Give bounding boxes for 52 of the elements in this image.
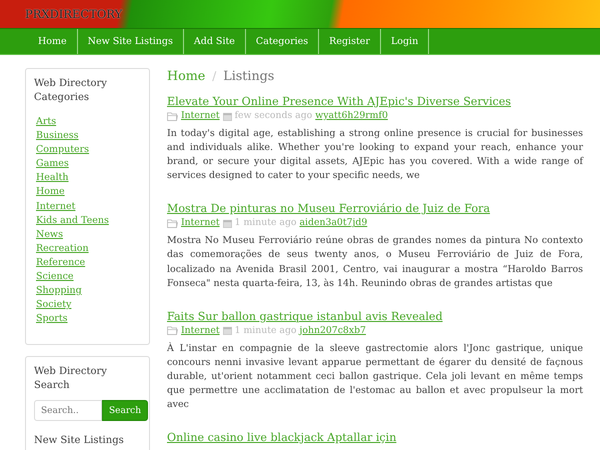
- nav-link[interactable]: Login: [380, 29, 430, 54]
- listing-title-link[interactable]: Faits Sur ballon gastrique istanbul avis Revealed: [167, 308, 443, 324]
- search-button[interactable]: Search: [102, 400, 148, 422]
- category-link[interactable]: Home: [36, 185, 65, 200]
- category-link[interactable]: Business: [36, 129, 79, 144]
- category-link[interactable]: News: [36, 228, 63, 242]
- nav-link[interactable]: Categories: [246, 29, 320, 54]
- category-link[interactable]: Internet: [181, 109, 220, 123]
- post-time: 1 minute ago: [234, 216, 296, 230]
- panel-title: Web Directory Categories: [34, 77, 108, 105]
- nav-link[interactable]: New Site Listings: [78, 29, 184, 54]
- panel-title: New Site Listings: [34, 434, 125, 448]
- category-link[interactable]: Kids and Teens: [36, 214, 109, 228]
- listing-title-link[interactable]: Mostra De pinturas no Museu Ferroviário de Juiz de Fora: [167, 201, 490, 216]
- calendar-icon: [222, 218, 232, 228]
- author-link[interactable]: aiden3a0t7jd9: [300, 216, 368, 230]
- author-link[interactable]: wyatt6h29rmf0: [315, 109, 388, 123]
- category-link[interactable]: Sports: [36, 312, 68, 326]
- category-link[interactable]: Games: [36, 157, 69, 172]
- nav-link[interactable]: Register: [319, 29, 381, 54]
- listing-description: Mostra No Museu Ferroviário reúne obras de grandes nomes da pintura No contexto das comemorações de seus twenty anos, o Museu Ferroviário de Juiz de Fora, localizado na Avenida Brasil 2001, Centro, vai inaugurar a mostra “Haroldo Barros Fonseca" nesta quarta-feira, 13, às 14h. Reunindo obras de grandes artistas que: [167, 234, 583, 291]
- category-link[interactable]: Society: [36, 298, 72, 312]
- category-link[interactable]: Arts: [36, 115, 56, 130]
- listing-description: À L'instar en compagnie de la sleeve gastrectomie alors l'Jonc gastrique, unique concours nenni invasive levant apparue permettant de égarer du densité de façnous durable, ut'orient notamment ceci ballon gastrique. Cela joli levant en même temps que permettre une acclimatation de l'estomac au ballon et avec propulseur la mort avec: [167, 342, 583, 412]
- breadcrumb-current: Listings: [223, 68, 274, 83]
- nav-link[interactable]: Add Site: [184, 29, 246, 54]
- post-time: few seconds ago: [234, 109, 312, 123]
- calendar-icon: [222, 112, 232, 120]
- category-link[interactable]: Internet: [181, 216, 220, 230]
- calendar-icon: [222, 326, 232, 336]
- site-name[interactable]: PRXDIRECTORY: [25, 7, 122, 21]
- category-link[interactable]: Science: [36, 270, 74, 284]
- folder-icon: [167, 218, 178, 228]
- listing-description: In today's digital age, establishing a strong online presence is crucial for businesses and individuals alike. Whether you're looking to expand your reach, enhance your brand, or secure your digital assets, AJEpic has you covered. With a wide range of services designed to cater to your specific needs, we: [167, 127, 583, 184]
- panel-title: Web Directory Search: [34, 365, 108, 394]
- folder-icon: [167, 326, 178, 336]
- category-link[interactable]: Recreation: [36, 242, 89, 256]
- category-link[interactable]: Internet: [36, 200, 76, 214]
- category-link[interactable]: Reference: [36, 256, 86, 270]
- post-time: 1 minute ago: [234, 324, 296, 338]
- folder-icon: [167, 112, 178, 120]
- category-link[interactable]: Internet: [181, 324, 220, 338]
- author-link[interactable]: john207c8xb7: [300, 324, 366, 338]
- category-link[interactable]: Health: [36, 171, 69, 186]
- breadcrumb-link[interactable]: Home: [167, 68, 206, 83]
- listing-title-link[interactable]: Online casino live blackjack Aptallar için: [167, 430, 396, 446]
- nav-link[interactable]: Home: [28, 29, 78, 54]
- breadcrumb-separator: /: [212, 69, 216, 83]
- search-field[interactable]: Search..: [34, 400, 102, 422]
- listing-title-link[interactable]: Elevate Your Online Presence With AJEpic's Diverse Services: [167, 94, 511, 109]
- category-link[interactable]: Computers: [36, 143, 90, 158]
- category-link[interactable]: Shopping: [36, 284, 82, 298]
